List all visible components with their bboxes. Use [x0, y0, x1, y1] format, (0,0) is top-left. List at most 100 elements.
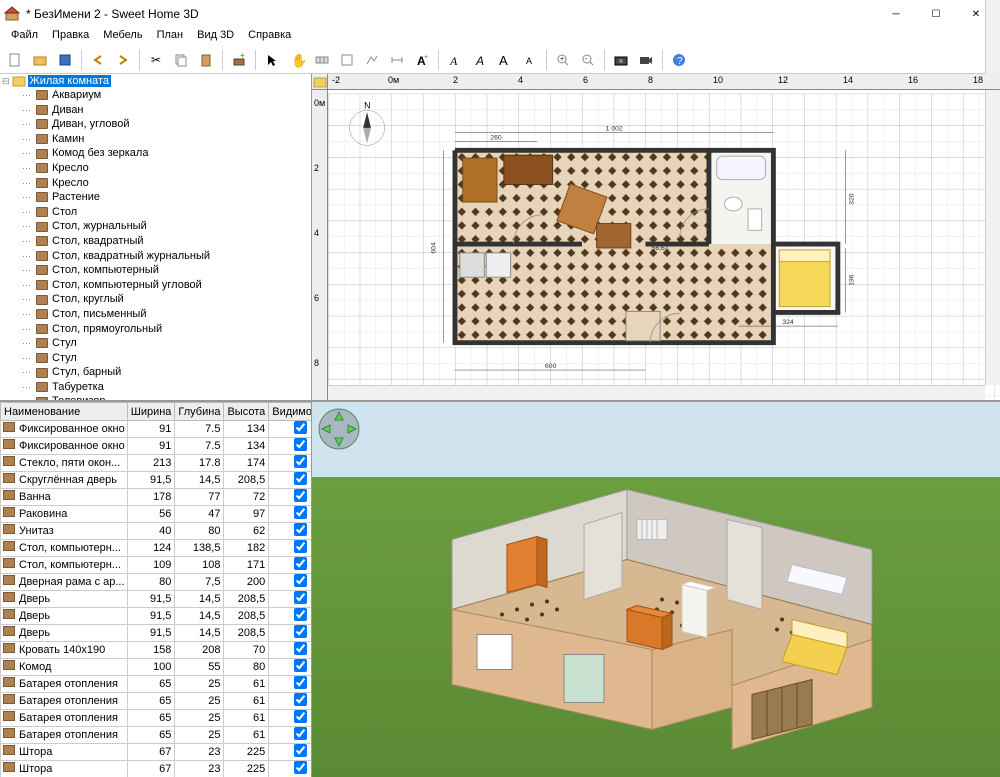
- table-row[interactable]: Дверь91,514,5208,5: [1, 608, 312, 625]
- undo-button[interactable]: [87, 49, 109, 71]
- dimension-tool[interactable]: [386, 49, 408, 71]
- catalog-item[interactable]: ⋯Стол, журнальный: [0, 219, 311, 234]
- catalog-item[interactable]: ⋯Стул: [0, 336, 311, 351]
- cut-button[interactable]: ✂: [145, 49, 167, 71]
- new-button[interactable]: [4, 49, 26, 71]
- table-row[interactable]: Комод1005580: [1, 659, 312, 676]
- text-increase-tool[interactable]: A: [494, 49, 516, 71]
- table-row[interactable]: Батарея отопления652561: [1, 727, 312, 744]
- table-row[interactable]: Стол, компьютерн...124138,5182: [1, 540, 312, 557]
- catalog-item[interactable]: ⋯Диван: [0, 103, 311, 118]
- video-button[interactable]: [635, 49, 657, 71]
- col-height[interactable]: Высота: [224, 403, 269, 421]
- table-row[interactable]: Дверная рама с ар...807,5200: [1, 574, 312, 591]
- catalog-item[interactable]: ⋯Табуретка: [0, 380, 311, 395]
- visibility-checkbox[interactable]: [294, 659, 307, 672]
- pan-tool[interactable]: ✋: [286, 49, 308, 71]
- table-row[interactable]: Раковина564797: [1, 506, 312, 523]
- visibility-checkbox[interactable]: [294, 506, 307, 519]
- table-row[interactable]: Стекло, пяти окон...21317.8174: [1, 455, 312, 472]
- catalog-item[interactable]: ⋯Диван, угловой: [0, 117, 311, 132]
- menu-plan[interactable]: План: [150, 28, 191, 46]
- visibility-checkbox[interactable]: [294, 557, 307, 570]
- catalog-item[interactable]: ⋯Телевизор: [0, 394, 311, 402]
- table-row[interactable]: Батарея отопления652561: [1, 710, 312, 727]
- col-depth[interactable]: Глубина: [175, 403, 224, 421]
- wall-tool[interactable]: [311, 49, 333, 71]
- text-tool[interactable]: A+: [411, 49, 433, 71]
- select-tool[interactable]: [261, 49, 283, 71]
- plan-2d-view[interactable]: -2 0м 2 4 6 8 10 12 14 16 18 0м 2 4 6 8: [312, 74, 1000, 402]
- table-row[interactable]: Дверь91,514,5208,5: [1, 591, 312, 608]
- zoom-out-button[interactable]: -: [577, 49, 599, 71]
- catalog-root[interactable]: ⊟ Жилая комната: [0, 74, 311, 88]
- visibility-checkbox[interactable]: [294, 727, 307, 740]
- catalog-item[interactable]: ⋯Камин: [0, 132, 311, 147]
- catalog-item[interactable]: ⋯Аквариум: [0, 88, 311, 103]
- zoom-in-button[interactable]: +: [552, 49, 574, 71]
- nav-3d-control[interactable]: [318, 408, 360, 450]
- table-row[interactable]: Штора6723225: [1, 744, 312, 761]
- floor-plan-svg[interactable]: N: [328, 90, 1000, 402]
- table-row[interactable]: Батарея отопления652561: [1, 693, 312, 710]
- add-furniture-button[interactable]: +: [228, 49, 250, 71]
- catalog-item[interactable]: ⋯Растение: [0, 190, 311, 205]
- col-width[interactable]: Ширина: [127, 403, 175, 421]
- catalog-item[interactable]: ⋯Стул, барный: [0, 365, 311, 380]
- col-name[interactable]: Наименование: [1, 403, 128, 421]
- visibility-checkbox[interactable]: [294, 574, 307, 587]
- table-row[interactable]: Унитаз408062: [1, 523, 312, 540]
- visibility-checkbox[interactable]: [294, 472, 307, 485]
- catalog-item[interactable]: ⋯Стол, квадратный журнальный: [0, 249, 311, 264]
- redo-button[interactable]: [112, 49, 134, 71]
- text-bold-tool[interactable]: A: [444, 49, 466, 71]
- visibility-checkbox[interactable]: [294, 625, 307, 638]
- visibility-checkbox[interactable]: [294, 438, 307, 451]
- plan-scrollbar-h[interactable]: [328, 385, 985, 400]
- visibility-checkbox[interactable]: [294, 710, 307, 723]
- catalog-item[interactable]: ⋯Кресло: [0, 176, 311, 191]
- table-row[interactable]: Фиксированное окно917.5134: [1, 421, 312, 438]
- menu-help[interactable]: Справка: [241, 28, 298, 46]
- catalog-item[interactable]: ⋯Стол, квадратный: [0, 234, 311, 249]
- catalog-item[interactable]: ⋯Стол, компьютерный: [0, 263, 311, 278]
- catalog-item[interactable]: ⋯Стол, круглый: [0, 292, 311, 307]
- table-row[interactable]: Дверь91,514,5208,5: [1, 625, 312, 642]
- catalog-item[interactable]: ⋯Стол, письменный: [0, 307, 311, 322]
- menu-edit[interactable]: Правка: [45, 28, 96, 46]
- catalog-item[interactable]: ⋯Стол, компьютерный угловой: [0, 278, 311, 293]
- copy-button[interactable]: [170, 49, 192, 71]
- polyline-tool[interactable]: [361, 49, 383, 71]
- view-3d[interactable]: [312, 402, 1000, 777]
- table-row[interactable]: Стол, компьютерн...109108171: [1, 557, 312, 574]
- visibility-checkbox[interactable]: [294, 421, 307, 434]
- text-decrease-tool[interactable]: A: [519, 49, 541, 71]
- save-button[interactable]: [54, 49, 76, 71]
- table-row[interactable]: Ванна1787772: [1, 489, 312, 506]
- catalog-item[interactable]: ⋯Комод без зеркала: [0, 146, 311, 161]
- furniture-catalog[interactable]: ⊟ Жилая комната ⋯Аквариум⋯Диван⋯Диван, у…: [0, 74, 311, 402]
- visibility-checkbox[interactable]: [294, 761, 307, 774]
- open-button[interactable]: [29, 49, 51, 71]
- visibility-checkbox[interactable]: [294, 540, 307, 553]
- room-tool[interactable]: [336, 49, 358, 71]
- visibility-checkbox[interactable]: [294, 608, 307, 621]
- table-row[interactable]: Фиксированное окно917.5134: [1, 438, 312, 455]
- menu-furniture[interactable]: Мебель: [96, 28, 149, 46]
- plan-scrollbar-v[interactable]: [985, 90, 1000, 385]
- paste-button[interactable]: [195, 49, 217, 71]
- table-row[interactable]: Кровать 140x19015820870: [1, 642, 312, 659]
- menu-file[interactable]: Файл: [4, 28, 45, 46]
- col-visible[interactable]: Видимость: [269, 403, 311, 421]
- furniture-table[interactable]: Наименование Ширина Глубина Высота Видим…: [0, 402, 311, 777]
- visibility-checkbox[interactable]: [294, 676, 307, 689]
- photo-button[interactable]: [610, 49, 632, 71]
- catalog-item[interactable]: ⋯Стул: [0, 351, 311, 366]
- help-button[interactable]: ?: [668, 49, 690, 71]
- visibility-checkbox[interactable]: [294, 591, 307, 604]
- table-row[interactable]: Скруглённая дверь91,514,5208,5: [1, 472, 312, 489]
- visibility-checkbox[interactable]: [294, 693, 307, 706]
- catalog-item[interactable]: ⋯Стол: [0, 205, 311, 220]
- table-row[interactable]: Батарея отопления652561: [1, 676, 312, 693]
- visibility-checkbox[interactable]: [294, 455, 307, 468]
